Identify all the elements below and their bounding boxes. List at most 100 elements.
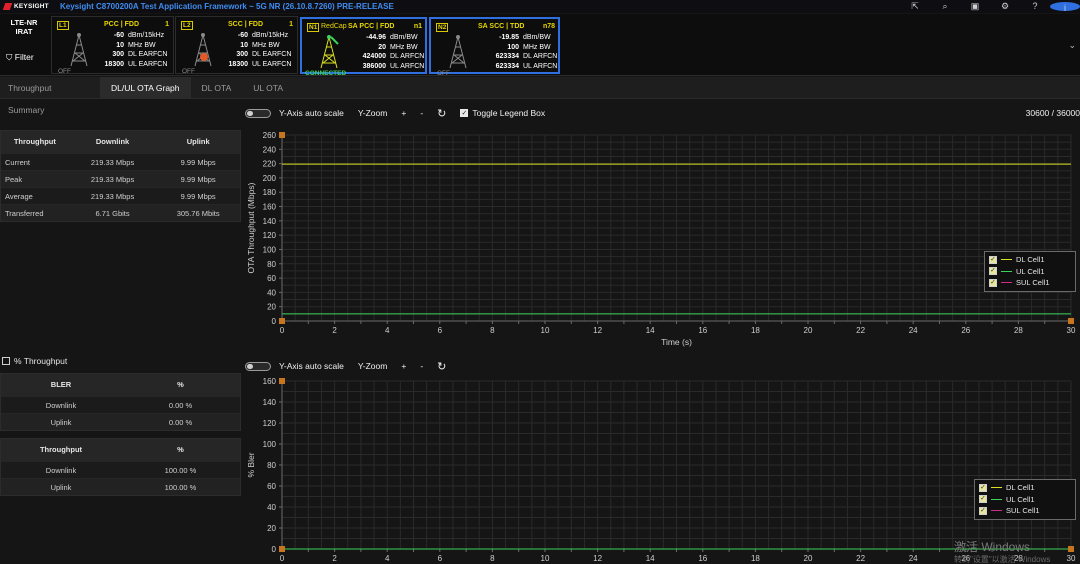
resize-handle: [279, 318, 285, 324]
export-icon[interactable]: ⇱: [900, 0, 930, 13]
cell-values: -60 10 300 18300: [216, 31, 248, 69]
cell-panel-n2[interactable]: N2 SA SCC | TDD n78 -19.85 100 623334 62…: [429, 17, 560, 77]
x-tick-label: 2: [332, 554, 337, 563]
bottom-chart-toolbar: Y-Axis auto scale Y-Zoom + - ↻: [245, 359, 460, 373]
y-tick-label: 140: [263, 398, 277, 407]
unit-dl: DL EARFCN: [252, 51, 292, 59]
x-tick-label: 22: [856, 326, 865, 335]
reset-zoom-icon[interactable]: ↻: [437, 360, 446, 373]
cell-panel-n1[interactable]: N1 RedCap SA PCC | FDD n1 -44.96 20 4240…: [300, 17, 427, 77]
toggle-legend-label: Toggle Legend Box: [472, 108, 546, 118]
reset-zoom-icon[interactable]: ↻: [437, 107, 446, 120]
cell-band: 1: [289, 21, 293, 28]
cell-units: dBm/BW MHz BW DL ARFCN UL ARFCN: [390, 33, 424, 71]
throughput-chart[interactable]: 0204060801001201401601802002202402600 2 4 6…: [243, 126, 1080, 350]
x-tick-label: 2: [332, 326, 337, 335]
legend-checkbox[interactable]: ✓: [979, 506, 987, 515]
legend-item[interactable]: ✓ DL Cell1: [979, 482, 1071, 494]
y-tick-label: 260: [263, 131, 277, 140]
legend-item[interactable]: ✓ SUL Cell1: [979, 505, 1071, 517]
cell-tag: N2: [436, 23, 449, 32]
x-tick-label: 0: [280, 326, 285, 335]
legend-item[interactable]: ✓ UL Cell1: [979, 494, 1071, 506]
legend-checkbox[interactable]: ✓: [989, 267, 997, 276]
cell-bw: 10: [240, 41, 248, 49]
x-tick-label: 6: [438, 326, 443, 335]
resize-handle: [279, 378, 285, 384]
unit-dl: DL ARFCN: [523, 53, 558, 61]
cell-dl-earfcn: 300: [236, 51, 248, 59]
table-header: BLER %: [1, 374, 240, 396]
cell-power: -60: [237, 32, 248, 39]
filter-label: Filter: [14, 52, 34, 62]
header-throughput: Throughput: [39, 445, 83, 454]
legend-checkbox[interactable]: ✓: [989, 255, 997, 264]
y-tick-label: 220: [263, 160, 277, 169]
checkbox-icon[interactable]: [2, 357, 10, 365]
info-icon[interactable]: i: [1050, 0, 1080, 13]
y-tick-label: 0: [272, 317, 277, 326]
tab-ul-ota[interactable]: UL OTA: [242, 77, 294, 99]
cell-units: dBm/BW MHz BW DL ARFCN UL ARFCN: [523, 33, 557, 71]
legend-label: DL Cell1: [1006, 483, 1035, 493]
cell-state: OFF: [58, 68, 71, 75]
zoom-out-button[interactable]: -: [420, 361, 423, 371]
y-axis-autoscale-toggle[interactable]: [245, 108, 271, 118]
tab-dl-ul-ota-graph[interactable]: DL/UL OTA Graph: [100, 77, 191, 99]
toggle-legend-checkbox[interactable]: ✓: [460, 109, 469, 117]
header-bler: BLER: [50, 380, 72, 389]
table-header: Throughput Downlink Uplink: [1, 131, 240, 153]
row-downlink: 219.33 Mbps: [90, 192, 135, 201]
x-tick-label: 22: [856, 554, 865, 563]
cell-state: OFF: [437, 70, 450, 77]
lte-nr-irat-label[interactable]: LTE-NR IRAT: [2, 18, 46, 36]
zoom-out-button[interactable]: -: [420, 108, 423, 118]
legend-swatch: [991, 498, 1002, 500]
y-tick-label: 20: [267, 303, 276, 312]
legend-checkbox[interactable]: ✓: [989, 278, 997, 287]
screenshot-icon[interactable]: ▣: [960, 0, 990, 13]
unit-dl: DL EARFCN: [128, 51, 168, 59]
cell-power: -19.85: [499, 34, 519, 41]
table-row: Transferred 6.71 Gbits 305.76 Mbits: [1, 204, 240, 221]
y-tick-label: 180: [263, 188, 277, 197]
x-tick-label: 4: [385, 554, 390, 563]
search-icon[interactable]: ⌕: [930, 0, 960, 13]
chevron-down-icon[interactable]: ⌄: [1068, 40, 1076, 51]
windows-watermark: 激活 Windows: [954, 540, 1031, 554]
row-downlink: 6.71 Gbits: [95, 209, 130, 218]
tab-dl-ota[interactable]: DL OTA: [191, 77, 243, 99]
y-axis-autoscale-toggle[interactable]: [245, 361, 271, 371]
x-tick-label: 12: [593, 326, 602, 335]
table-row: Uplink 0.00 %: [1, 413, 240, 430]
legend-item[interactable]: ✓ UL Cell1: [989, 266, 1071, 278]
legend-item[interactable]: ✓ SUL Cell1: [989, 277, 1071, 289]
row-value: 100.00 %: [164, 483, 197, 492]
throughput-table: Throughput Downlink Uplink Current 219.3…: [0, 130, 241, 222]
tab-throughput-summary[interactable]: Throughput Summary: [0, 77, 100, 115]
y-axis-label: % Bler: [246, 452, 256, 477]
row-label: Downlink: [45, 401, 77, 410]
filter-button[interactable]: ⛉ Filter: [6, 52, 34, 63]
x-tick-label: 20: [804, 326, 813, 335]
y-tick-label: 40: [267, 503, 276, 512]
cell-status-bar: LTE-NR IRAT ⛉ Filter L1 PCC | FDD 1 -60 …: [0, 14, 1080, 77]
zoom-in-button[interactable]: +: [401, 108, 406, 118]
gear-icon[interactable]: ⚙: [990, 0, 1020, 13]
pct-throughput-checkbox[interactable]: % Throughput: [2, 356, 67, 366]
legend-item[interactable]: ✓ DL Cell1: [989, 254, 1071, 266]
windows-watermark-sub: 转到"设置"以激活 Windows: [954, 555, 1051, 564]
legend-checkbox[interactable]: ✓: [979, 483, 987, 492]
table-row: Downlink 0.00 %: [1, 396, 240, 413]
bler-chart[interactable]: 0204060801001201401600 2 4 6 8 10 12 14 16 18 20 22…: [243, 372, 1080, 564]
row-value: 100.00 %: [164, 466, 197, 475]
legend-checkbox[interactable]: ✓: [979, 495, 987, 504]
row-label: Transferred: [5, 209, 44, 218]
cell-panel-l1[interactable]: L1 PCC | FDD 1 -60 10 300 18300 dBm/15kH…: [51, 16, 174, 75]
cell-panel-l2[interactable]: L2 SCC | FDD 1 -60 10 300 18300 dBm/15kH…: [175, 16, 298, 75]
help-icon[interactable]: ?: [1020, 0, 1050, 13]
cell-name: PCC | FDD: [104, 21, 140, 28]
autoscale-label: Y-Axis auto scale: [279, 361, 344, 371]
zoom-in-button[interactable]: +: [401, 361, 406, 371]
x-tick-label: 4: [385, 326, 390, 335]
